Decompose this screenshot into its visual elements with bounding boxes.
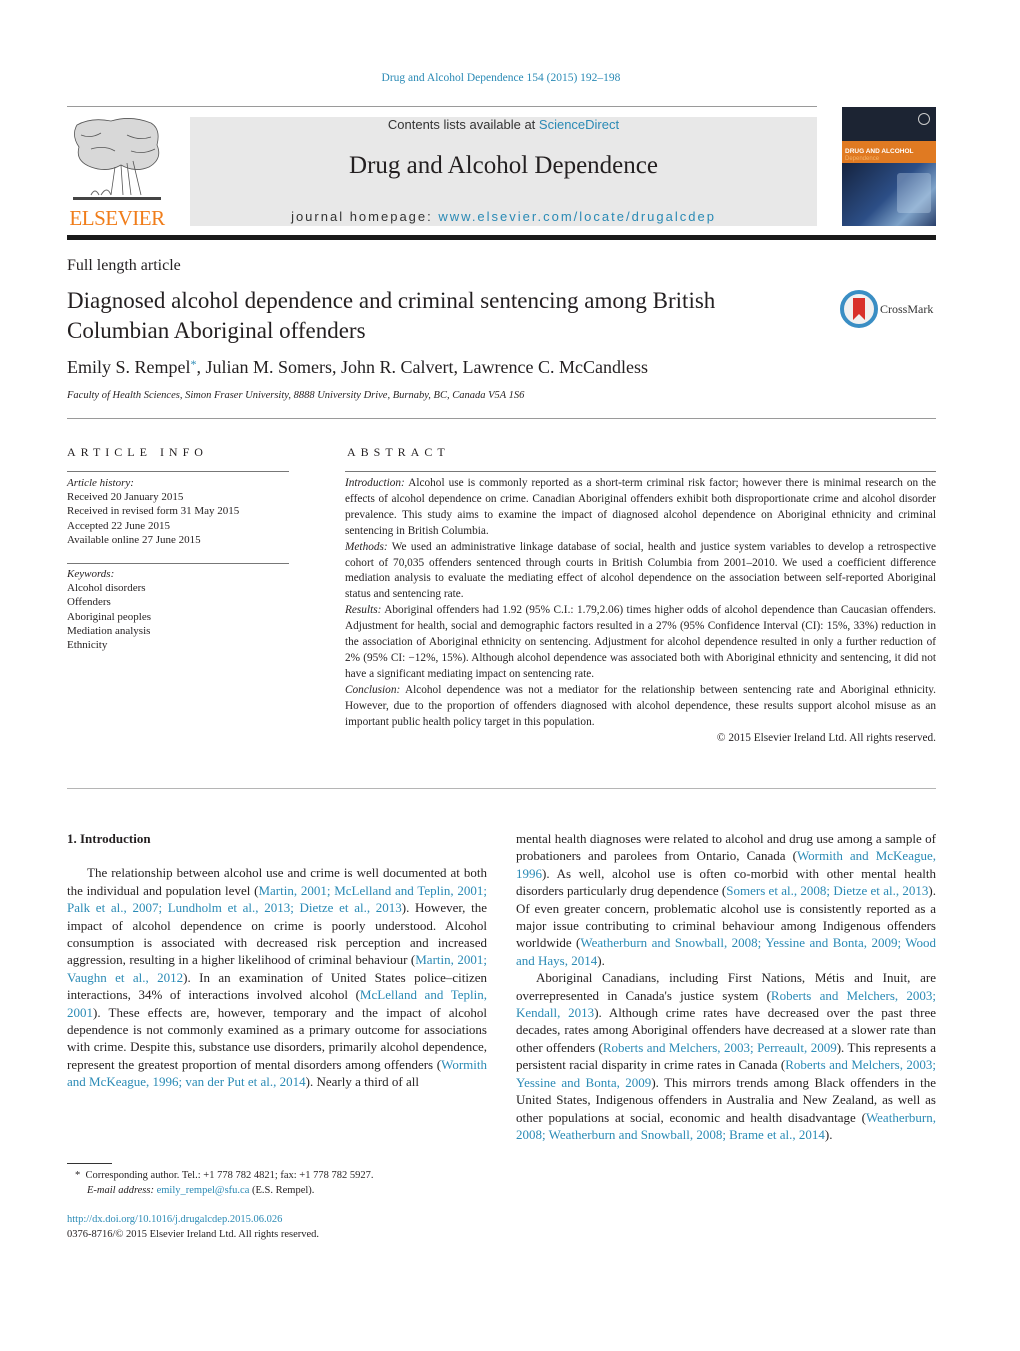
citation-link[interactable]: Somers et al., 2008; Dietze et al., 2013 — [726, 883, 928, 898]
elsevier-tree-icon — [73, 118, 161, 200]
history-item: Accepted 22 June 2015 — [67, 519, 170, 532]
elsevier-logo[interactable]: ELSEVIER — [67, 115, 167, 230]
sciencedirect-link[interactable]: ScienceDirect — [539, 117, 619, 132]
keyword-item: Ethnicity — [67, 639, 108, 652]
corresponding-author-note: * Corresponding author. Tel.: +1 778 782… — [75, 1170, 374, 1181]
cover-subtitle: Dependence — [845, 156, 880, 162]
article-history-label: Article history: — [67, 477, 134, 489]
abstract-heading: ABSTRACT — [347, 445, 450, 459]
author-name[interactable]: Emily S. Rempel — [67, 357, 191, 377]
corresponding-author-mark[interactable]: * — [191, 357, 197, 371]
keyword-item: Mediation analysis — [67, 624, 151, 637]
front-matter-divider — [67, 788, 936, 789]
article-info-divider — [67, 471, 289, 472]
journal-cover-image[interactable]: DRUG AND ALCOHOL Dependence — [842, 107, 936, 226]
issn-copyright: 0376-8716/© 2015 Elsevier Ireland Ltd. A… — [67, 1229, 320, 1240]
author-name[interactable]: John R. Calvert — [341, 357, 454, 377]
article-history: Article history: Received 20 January 201… — [67, 476, 292, 547]
journal-homepage-link[interactable]: www.elsevier.com/locate/drugalcdep — [438, 209, 716, 224]
abstract-introduction: Introduction: Alcohol use is commonly re… — [345, 477, 936, 537]
article-info-heading: ARTICLE INFO — [67, 445, 208, 459]
crossmark-icon — [840, 290, 878, 328]
article-title: Diagnosed alcohol dependence and crimina… — [67, 288, 716, 343]
title-divider — [67, 418, 936, 419]
abstract-body: Introduction: Alcohol use is commonly re… — [345, 476, 936, 746]
section-heading-introduction: 1. Introduction — [67, 831, 151, 846]
body-column-left: 1. Introduction The relationship between… — [67, 830, 487, 1091]
doi-block: http://dx.doi.org/10.1016/j.drugalcdep.2… — [67, 1212, 319, 1242]
email-link[interactable]: emily_rempel@sfu.ca — [157, 1185, 250, 1196]
author-affiliation: Faculty of Health Sciences, Simon Fraser… — [67, 390, 525, 401]
footnotes: * Corresponding author. Tel.: +1 778 782… — [75, 1168, 373, 1198]
abstract-copyright: © 2015 Elsevier Ireland Ltd. All rights … — [716, 731, 936, 744]
abstract-results: Results: Aboriginal offenders had 1.92 (… — [345, 604, 936, 680]
article-type: Full length article — [67, 257, 181, 274]
doi-link[interactable]: http://dx.doi.org/10.1016/j.drugalcdep.2… — [67, 1214, 282, 1225]
journal-homepage-line: journal homepage: www.elsevier.com/locat… — [291, 209, 716, 224]
abstract-conclusion: Conclusion: Alcohol dependence was not a… — [345, 683, 936, 728]
elsevier-wordmark: ELSEVIER — [69, 206, 165, 230]
keywords: Keywords: Alcohol disorders Offenders Ab… — [67, 567, 292, 652]
contents-available-line: Contents lists available at ScienceDirec… — [387, 117, 620, 132]
author-name[interactable]: Julian M. Somers — [206, 357, 333, 377]
author-list: Emily S. Rempel*, Julian M. Somers, John… — [67, 357, 648, 377]
masthead-thick-divider — [67, 235, 936, 240]
crossmark-label: CrossMark — [880, 302, 934, 316]
intro-paragraph-1: The relationship between alcohol use and… — [67, 865, 488, 1090]
intro-paragraph-1-continued: mental health diagnoses were related to … — [516, 831, 936, 968]
author-name[interactable]: Lawrence C. McCandless — [463, 357, 648, 377]
crossmark-button[interactable]: CrossMark — [840, 290, 940, 330]
header-divider — [67, 106, 817, 107]
journal-masthead: Contents lists available at ScienceDirec… — [190, 117, 817, 226]
keywords-divider — [67, 563, 289, 564]
cover-title: DRUG AND ALCOHOL — [845, 148, 914, 155]
keyword-item: Offenders — [67, 596, 111, 609]
history-item: Available online 27 June 2015 — [67, 533, 201, 546]
history-item: Received in revised form 31 May 2015 — [67, 505, 240, 518]
abstract-methods: Methods: We used an administrative linka… — [345, 540, 936, 601]
journal-citation-link[interactable]: Drug and Alcohol Dependence 154 (2015) 1… — [0, 72, 1002, 84]
journal-name: Drug and Alcohol Dependence — [349, 152, 658, 179]
abstract-divider — [345, 471, 936, 472]
keyword-item: Alcohol disorders — [67, 582, 146, 595]
keyword-item: Aboriginal peoples — [67, 610, 152, 623]
body-column-right: mental health diagnoses were related to … — [516, 830, 936, 1143]
intro-paragraph-2: Aboriginal Canadians, including First Na… — [516, 970, 937, 1142]
cover-seal-icon — [918, 113, 930, 125]
footnote-divider — [67, 1163, 112, 1164]
email-note: E-mail address: emily_rempel@sfu.ca (E.S… — [87, 1185, 315, 1196]
citation-link[interactable]: Roberts and Melchers, 2003; Perreault, 2… — [603, 1040, 837, 1055]
keywords-label: Keywords: — [67, 568, 115, 580]
history-item: Received 20 January 2015 — [67, 491, 184, 504]
